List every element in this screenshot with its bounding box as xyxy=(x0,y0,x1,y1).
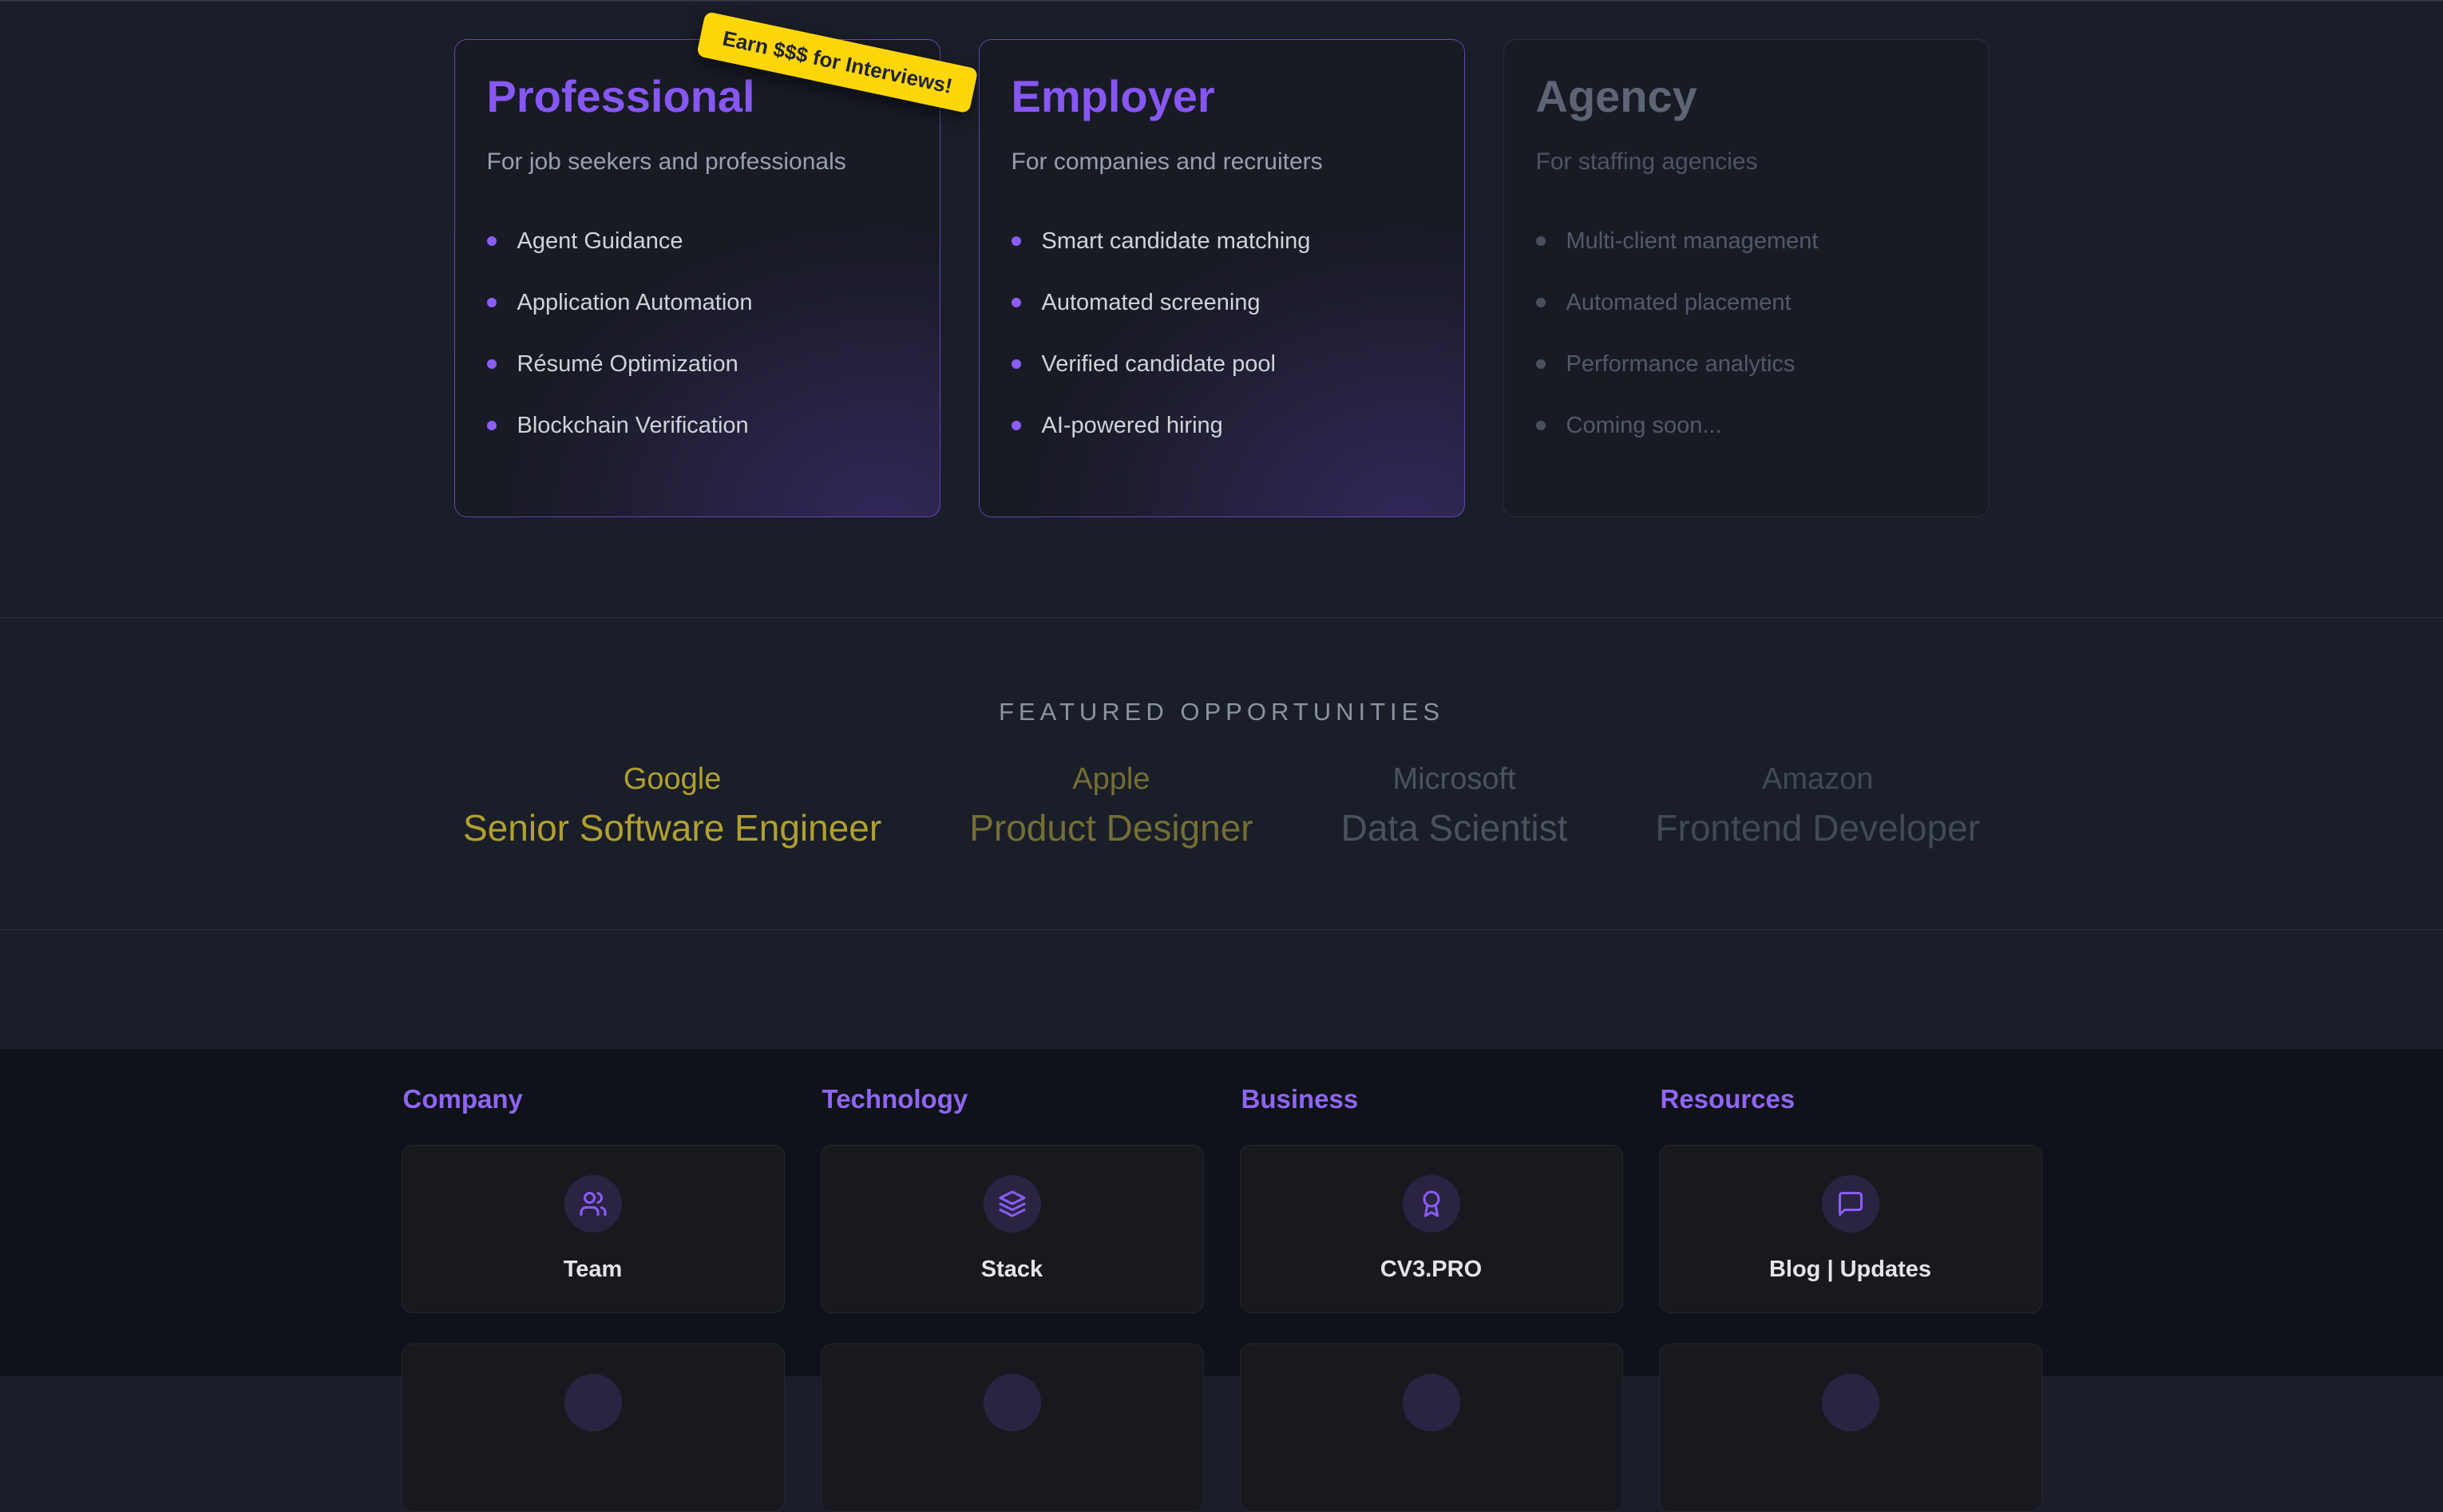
featured-job-amazon[interactable]: Amazon Frontend Developer xyxy=(1655,762,1980,850)
featured-job-apple[interactable]: Apple Product Designer xyxy=(969,762,1253,850)
plan-feature-label: Résumé Optimization xyxy=(517,351,738,378)
empty-section xyxy=(0,930,2443,1049)
footer-card-cv3-pro[interactable]: CV3.PRO xyxy=(1240,1145,1623,1313)
plan-feature: Application Automation xyxy=(487,290,908,316)
plan-card-employer[interactable]: Employer For companies and recruiters Smar… xyxy=(979,39,1465,517)
plan-feature-label: AI-powered hiring xyxy=(1042,413,1223,439)
featured-section: FEATURED OPPORTUNITIES Google Senior Soft… xyxy=(0,618,2443,930)
plan-feature-label: Multi-client management xyxy=(1566,228,1819,255)
bullet-dot-icon xyxy=(1536,298,1546,307)
bullet-dot-icon xyxy=(1536,236,1546,246)
footer-column-company: Company Team xyxy=(402,1084,785,1512)
plan-feature-label: Blockchain Verification xyxy=(517,413,749,439)
partial-card-icon xyxy=(1403,1374,1460,1431)
partial-card-icon xyxy=(564,1374,622,1431)
plan-feature: Coming soon... xyxy=(1536,413,1957,439)
plan-feature: Verified candidate pool xyxy=(1012,351,1432,378)
footer-card-partial[interactable] xyxy=(1659,1344,2042,1512)
footer-column-heading: Technology xyxy=(822,1084,1204,1114)
job-title: Data Scientist xyxy=(1341,806,1568,850)
job-company: Amazon xyxy=(1655,762,1980,798)
plan-feature: Multi-client management xyxy=(1536,228,1957,255)
plan-feature: Automated screening xyxy=(1012,290,1432,316)
bullet-dot-icon xyxy=(1012,359,1021,369)
bullet-dot-icon xyxy=(487,359,497,369)
job-title: Frontend Developer xyxy=(1655,806,1980,850)
plan-feature: Performance analytics xyxy=(1536,351,1957,378)
footer-column-resources: Resources Blog | Updates xyxy=(1659,1084,2042,1512)
footer-columns: Company Team Technology Stack Business CV3.PR… xyxy=(402,1084,2042,1512)
bullet-dot-icon xyxy=(1012,421,1021,430)
plan-feature-label: Automated screening xyxy=(1042,290,1261,316)
footer-column-heading: Business xyxy=(1241,1084,1623,1114)
footer-card-team[interactable]: Team xyxy=(402,1145,785,1313)
bullet-dot-icon xyxy=(487,298,497,307)
footer-card-label: CV3.PRO xyxy=(1380,1257,1482,1283)
job-title: Product Designer xyxy=(969,806,1253,850)
featured-heading: FEATURED OPPORTUNITIES xyxy=(0,698,2443,726)
plan-feature: Automated placement xyxy=(1536,290,1957,316)
users-icon xyxy=(564,1175,622,1233)
job-company: Apple xyxy=(969,762,1253,798)
footer-card-stack[interactable]: Stack xyxy=(821,1145,1204,1313)
plan-feature-list: Multi-client management Automated placeme… xyxy=(1536,228,1957,439)
footer-column-technology: Technology Stack xyxy=(821,1084,1204,1512)
plan-feature-label: Application Automation xyxy=(517,290,753,316)
plan-card-professional[interactable]: ProfessionalFor job seekers and professi… xyxy=(454,39,940,517)
featured-job-microsoft[interactable]: Microsoft Data Scientist xyxy=(1341,762,1568,850)
bullet-dot-icon xyxy=(487,236,497,246)
featured-job-google[interactable]: Google Senior Software Engineer xyxy=(463,762,881,850)
bullet-dot-icon xyxy=(487,421,497,430)
featured-jobs-row: Google Senior Software Engineer Apple Produ… xyxy=(0,762,2443,850)
footer-card-label: Stack xyxy=(981,1257,1043,1283)
plan-subtitle: For staffing agencies xyxy=(1536,148,1957,176)
footer-column-heading: Company xyxy=(403,1084,785,1114)
plan-title: Agency xyxy=(1536,72,1957,121)
bullet-dot-icon xyxy=(1012,298,1021,307)
footer-card-label: Team xyxy=(564,1257,623,1283)
plan-subtitle: For job seekers and professionals xyxy=(487,148,908,176)
plan-feature: Smart candidate matching xyxy=(1012,228,1432,255)
plans-row: ProfessionalFor job seekers and professi… xyxy=(0,0,2443,517)
footer-card-partial[interactable] xyxy=(402,1344,785,1512)
bullet-dot-icon xyxy=(1536,421,1546,430)
plan-feature-label: Smart candidate matching xyxy=(1042,228,1311,255)
job-title: Senior Software Engineer xyxy=(463,806,881,850)
plan-feature-label: Verified candidate pool xyxy=(1042,351,1276,378)
footer: Company Team Technology Stack Business CV3.PR… xyxy=(0,1049,2443,1376)
bullet-dot-icon xyxy=(1012,236,1021,246)
plan-feature-label: Performance analytics xyxy=(1566,351,1796,378)
footer-column-business: Business CV3.PRO xyxy=(1240,1084,1623,1512)
message-square-icon xyxy=(1822,1175,1879,1233)
footer-column-heading: Resources xyxy=(1661,1084,2042,1114)
award-icon xyxy=(1403,1175,1460,1233)
plan-feature-label: Coming soon... xyxy=(1566,413,1722,439)
plan-feature: AI-powered hiring xyxy=(1012,413,1432,439)
plan-feature: Résumé Optimization xyxy=(487,351,908,378)
plan-feature-list: Smart candidate matching Automated screen… xyxy=(1012,228,1432,439)
job-company: Google xyxy=(463,762,881,798)
layers-icon xyxy=(984,1175,1041,1233)
plan-feature: Blockchain Verification xyxy=(487,413,908,439)
partial-card-icon xyxy=(1822,1374,1879,1431)
plan-feature-list: Agent Guidance Application Automation Résu… xyxy=(487,228,908,439)
plans-section: ProfessionalFor job seekers and professi… xyxy=(0,0,2443,618)
plan-feature-label: Automated placement xyxy=(1566,290,1792,316)
footer-card-partial[interactable] xyxy=(1240,1344,1623,1512)
footer-card-blog-updates[interactable]: Blog | Updates xyxy=(1659,1145,2042,1313)
plan-feature-label: Agent Guidance xyxy=(517,228,683,255)
bullet-dot-icon xyxy=(1536,359,1546,369)
plan-title: Employer xyxy=(1012,72,1432,121)
plan-feature: Agent Guidance xyxy=(487,228,908,255)
partial-card-icon xyxy=(984,1374,1041,1431)
plan-subtitle: For companies and recruiters xyxy=(1012,148,1432,176)
footer-card-label: Blog | Updates xyxy=(1769,1257,1931,1283)
plan-card-agency: Agency For staffing agencies Multi-client … xyxy=(1503,39,1990,517)
job-company: Microsoft xyxy=(1341,762,1568,798)
footer-card-partial[interactable] xyxy=(821,1344,1204,1512)
